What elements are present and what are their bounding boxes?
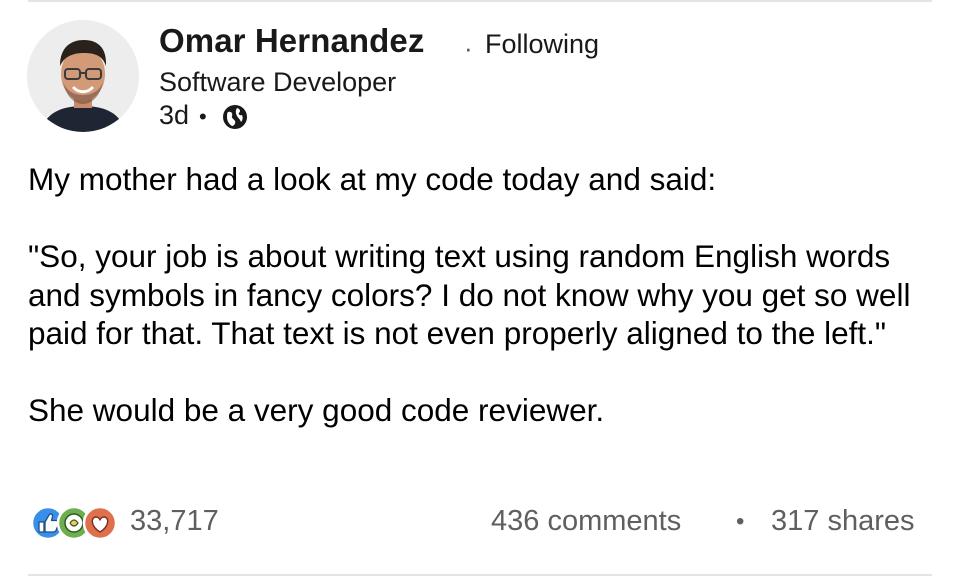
post-paragraph: She would be a very good code reviewer. (28, 392, 605, 428)
post-paragraph: My mother had a look at my code today an… (28, 161, 717, 197)
avatar-photo (27, 20, 139, 132)
bottom-divider (28, 574, 932, 576)
shares-count[interactable]: 317 shares (771, 505, 915, 538)
love-icon (82, 505, 118, 541)
post-body: My mother had a look at my code today an… (28, 160, 938, 430)
reactions-summary[interactable] (30, 504, 122, 542)
top-divider (28, 0, 932, 2)
reaction-count[interactable]: 33,717 (130, 505, 219, 538)
author-name[interactable]: Omar Hernandez (159, 22, 424, 60)
follow-status[interactable]: Following (485, 29, 599, 60)
globe-icon (223, 105, 247, 129)
author-avatar[interactable] (27, 20, 139, 132)
post-paragraph: "So, your job is about writing text usin… (28, 238, 911, 351)
comments-count[interactable]: 436 comments (491, 505, 681, 538)
author-headline: Software Developer (159, 67, 397, 97)
stats-separator-dot: • (736, 508, 745, 535)
age-separator-dot: • (199, 104, 207, 129)
post-age: 3d (159, 100, 190, 130)
name-separator-dot: · (464, 33, 473, 63)
